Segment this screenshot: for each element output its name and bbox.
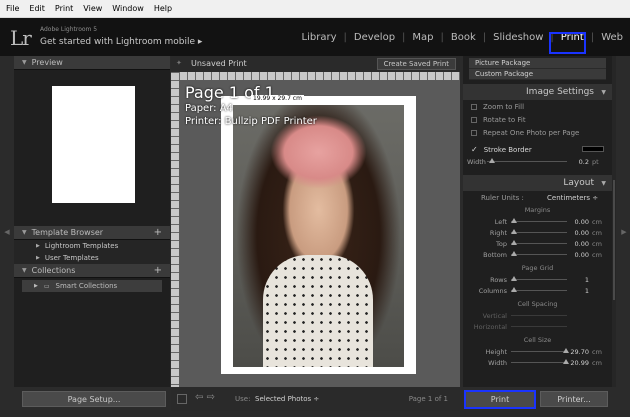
- show-page-icon[interactable]: [177, 394, 187, 404]
- menu-bar: File Edit Print View Window Help: [0, 0, 630, 18]
- module-develop[interactable]: Develop: [347, 32, 402, 43]
- vertical-ruler: [171, 72, 179, 387]
- preview-page-thumbnail: [52, 86, 135, 203]
- layout-header[interactable]: Layout ▼: [463, 175, 612, 191]
- create-saved-print-button[interactable]: Create Saved Print: [376, 58, 456, 70]
- preview-header[interactable]: ▼ Preview: [14, 56, 170, 70]
- page-grid-label: Page Grid: [521, 264, 554, 272]
- zoom-to-fill-checkbox[interactable]: Zoom to Fill: [463, 100, 612, 113]
- menu-file[interactable]: File: [6, 4, 19, 13]
- preview-panel: [14, 70, 170, 226]
- template-folder-user[interactable]: ▶ User Templates: [14, 252, 170, 264]
- checkbox-icon: [471, 103, 477, 110]
- stroke-border-checkbox[interactable]: ✓ Stroke Border: [463, 143, 612, 156]
- checkmark-icon: ✓: [471, 145, 478, 154]
- lightroom-logo: Lr: [10, 26, 32, 50]
- image-settings-header[interactable]: Image Settings ▼: [463, 84, 612, 100]
- grid-rows-slider[interactable]: Rows 1: [463, 274, 612, 285]
- page-info-overlay: Page 1 of 1 Paper: A4 Printer: Bullzip P…: [185, 84, 317, 128]
- checkbox-icon: [471, 129, 477, 136]
- margin-right-slider[interactable]: Right 0.00 cm: [463, 227, 612, 238]
- folder-icon: ▭: [43, 282, 50, 290]
- cell-width-slider[interactable]: Width 20.99 cm: [463, 357, 612, 368]
- left-panel: ▼ Preview ▼ Template Browser + ▶ Lightroom T…: [14, 56, 170, 387]
- margins-label: Margins: [524, 206, 551, 214]
- module-library[interactable]: Library: [295, 32, 344, 43]
- print-button[interactable]: Print: [464, 390, 536, 409]
- template-browser-header[interactable]: ▼ Template Browser +: [14, 226, 170, 240]
- add-template-icon[interactable]: +: [154, 227, 162, 238]
- repeat-photo-checkbox[interactable]: Repeat One Photo per Page: [463, 126, 612, 139]
- layout-style-custom-package[interactable]: Custom Package: [469, 69, 606, 80]
- cell-height-slider[interactable]: Height 29.70 cm: [463, 346, 612, 357]
- template-folder-lightroom[interactable]: ▶ Lightroom Templates: [14, 240, 170, 252]
- identity-plate: Lr Adobe Lightroom 5 Get started with Li…: [0, 18, 630, 56]
- horizontal-ruler: [179, 72, 460, 80]
- collapse-triangle-icon: ▼: [22, 267, 27, 274]
- product-name: Adobe Lightroom 5: [40, 26, 98, 33]
- collapse-triangle-icon: ▼: [601, 88, 606, 96]
- cell-spacing-label: Cell Spacing: [517, 300, 558, 308]
- module-map[interactable]: Map: [405, 32, 440, 43]
- spacing-horizontal-slider[interactable]: Horizontal: [463, 321, 612, 332]
- menu-edit[interactable]: Edit: [29, 4, 45, 13]
- left-panel-toggle-icon[interactable]: ◀: [2, 228, 12, 236]
- lightroom-window: File Edit Print View Window Help Lr Adob…: [0, 0, 630, 417]
- layout-style-picture-package[interactable]: Picture Package: [469, 58, 606, 69]
- checkbox-icon: [471, 116, 477, 123]
- use-label: Use:: [235, 395, 251, 403]
- margin-left-slider[interactable]: Left 0.00 cm: [463, 216, 612, 227]
- page-nav-icons[interactable]: ⇦ ⇨: [195, 392, 215, 403]
- collapse-triangle-icon: ▼: [601, 179, 606, 187]
- pin-icon: ✦: [176, 59, 182, 67]
- ruler-units-dropdown[interactable]: Centimeters ÷: [547, 194, 598, 202]
- photo-dress-pattern: [263, 255, 373, 367]
- spacing-vertical-slider[interactable]: Vertical: [463, 310, 612, 321]
- print-canvas: ✦ Unsaved Print Create Saved Print Page …: [171, 56, 460, 387]
- print-module-highlight: [549, 32, 586, 54]
- rotate-to-fit-checkbox[interactable]: Rotate to Fit: [463, 113, 612, 126]
- page-setup-button[interactable]: Page Setup...: [22, 391, 166, 407]
- paper-overlay: Paper: A4: [185, 103, 233, 114]
- collection-smart-collections[interactable]: ▶ ▭ Smart Collections: [22, 280, 162, 292]
- printer-overlay: Printer: Bullzip PDF Printer: [185, 116, 317, 127]
- printer-button[interactable]: Printer...: [540, 391, 608, 407]
- cell-size-label: Cell Size: [523, 336, 552, 344]
- menu-view[interactable]: View: [83, 4, 102, 13]
- right-panel-toggle-icon[interactable]: ▶: [619, 228, 629, 236]
- expand-triangle-icon: ▶: [36, 255, 40, 261]
- toolbar: ⇦ ⇨ Use: Selected Photos ÷ Page 1 of 1: [171, 387, 460, 411]
- stroke-color-swatch[interactable]: [582, 146, 604, 152]
- use-selected-photos-dropdown[interactable]: Selected Photos ÷: [255, 395, 319, 403]
- module-book[interactable]: Book: [444, 32, 483, 43]
- module-slideshow[interactable]: Slideshow: [486, 32, 550, 43]
- menu-help[interactable]: Help: [154, 4, 172, 13]
- collections-header[interactable]: ▼ Collections +: [14, 264, 170, 278]
- collapse-triangle-icon: ▼: [22, 229, 27, 236]
- collapse-triangle-icon: ▼: [22, 59, 27, 66]
- canvas-header: ✦ Unsaved Print Create Saved Print: [171, 56, 460, 72]
- stroke-width-slider[interactable]: Width 0.2 pt: [463, 156, 612, 167]
- margin-top-slider[interactable]: Top 0.00 cm: [463, 238, 612, 249]
- add-collection-icon[interactable]: +: [154, 265, 162, 276]
- page-counter: Page 1 of 1: [408, 395, 448, 403]
- module-web[interactable]: Web: [594, 32, 630, 43]
- right-panel-scroll-thumb[interactable]: [613, 180, 615, 300]
- template-list: ▶ Lightroom Templates ▶ User Templates: [14, 240, 170, 264]
- print-page: [221, 96, 416, 374]
- cell-dimensions-tag: 19.99 x 29.7 cm: [251, 95, 304, 102]
- right-panel: Picture Package Custom Package Image Set…: [463, 56, 612, 387]
- print-photo[interactable]: [233, 105, 404, 367]
- expand-triangle-icon: ▶: [36, 243, 40, 249]
- grid-columns-slider[interactable]: Columns 1: [463, 285, 612, 296]
- expand-triangle-icon: ▶: [34, 283, 38, 289]
- print-title: Unsaved Print: [191, 59, 247, 68]
- menu-window[interactable]: Window: [112, 4, 144, 13]
- mobile-link[interactable]: Get started with Lightroom mobile ▸: [40, 37, 202, 47]
- menu-print[interactable]: Print: [55, 4, 73, 13]
- margin-bottom-slider[interactable]: Bottom 0.00 cm: [463, 249, 612, 260]
- ruler-units-row: Ruler Units : Centimeters ÷: [481, 194, 599, 202]
